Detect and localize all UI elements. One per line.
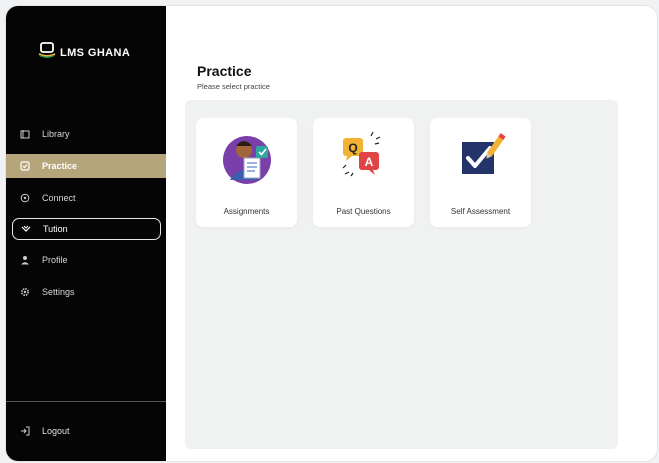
logout-label: Logout [42,426,70,436]
svg-text:Q: Q [348,141,357,155]
card-label: Self Assessment [450,207,511,216]
assignment-illustration-icon [220,130,274,186]
qa-speech-bubbles-icon: Q A [337,130,391,186]
sidebar-item-library[interactable]: Library [6,122,166,146]
sidebar-item-settings[interactable]: Settings [6,280,166,304]
sidebar: LMS GHANA Library Practice Connect Tutio… [6,6,166,461]
logout-icon [20,426,30,436]
library-icon [20,129,30,139]
app-logo[interactable]: LMS GHANA [38,42,130,63]
svg-text:A: A [365,155,374,169]
assignments-card[interactable]: Assignments [196,118,297,227]
profile-icon [20,255,30,265]
sidebar-item-label: Practice [42,161,78,171]
practice-panel: Assignments Q A Past Questions Self Asse… [185,100,618,449]
sidebar-item-label: Profile [42,255,68,265]
sidebar-item-label: Connect [42,193,76,203]
logo-icon [38,42,56,63]
sidebar-item-connect[interactable]: Connect [6,186,166,210]
sidebar-nav: Library Practice Connect Tution Profile … [6,122,166,312]
app-window: LMS GHANA Library Practice Connect Tutio… [6,6,657,461]
practice-icon [20,161,30,171]
sidebar-item-label: Settings [42,287,75,297]
card-label: Past Questions [336,207,391,216]
connect-icon [20,193,30,203]
card-label: Assignments [223,207,270,216]
main-content: Practice Please select practice Assignme… [166,6,657,461]
checkbox-pencil-icon [454,130,508,186]
sidebar-item-profile[interactable]: Profile [6,248,166,272]
page-subtitle: Please select practice [197,82,270,91]
sidebar-item-tution[interactable]: Tution [12,218,161,240]
sidebar-item-practice[interactable]: Practice [6,154,166,178]
logout-button[interactable]: Logout [20,426,70,436]
past-questions-card[interactable]: Q A Past Questions [313,118,414,227]
self-assessment-card[interactable]: Self Assessment [430,118,531,227]
sidebar-item-label: Tution [43,224,68,234]
sidebar-item-label: Library [42,129,70,139]
page-title: Practice [197,63,252,79]
tuition-icon [21,224,31,234]
sidebar-divider [6,401,166,402]
logo-text: LMS GHANA [60,46,131,59]
settings-icon [20,287,30,297]
